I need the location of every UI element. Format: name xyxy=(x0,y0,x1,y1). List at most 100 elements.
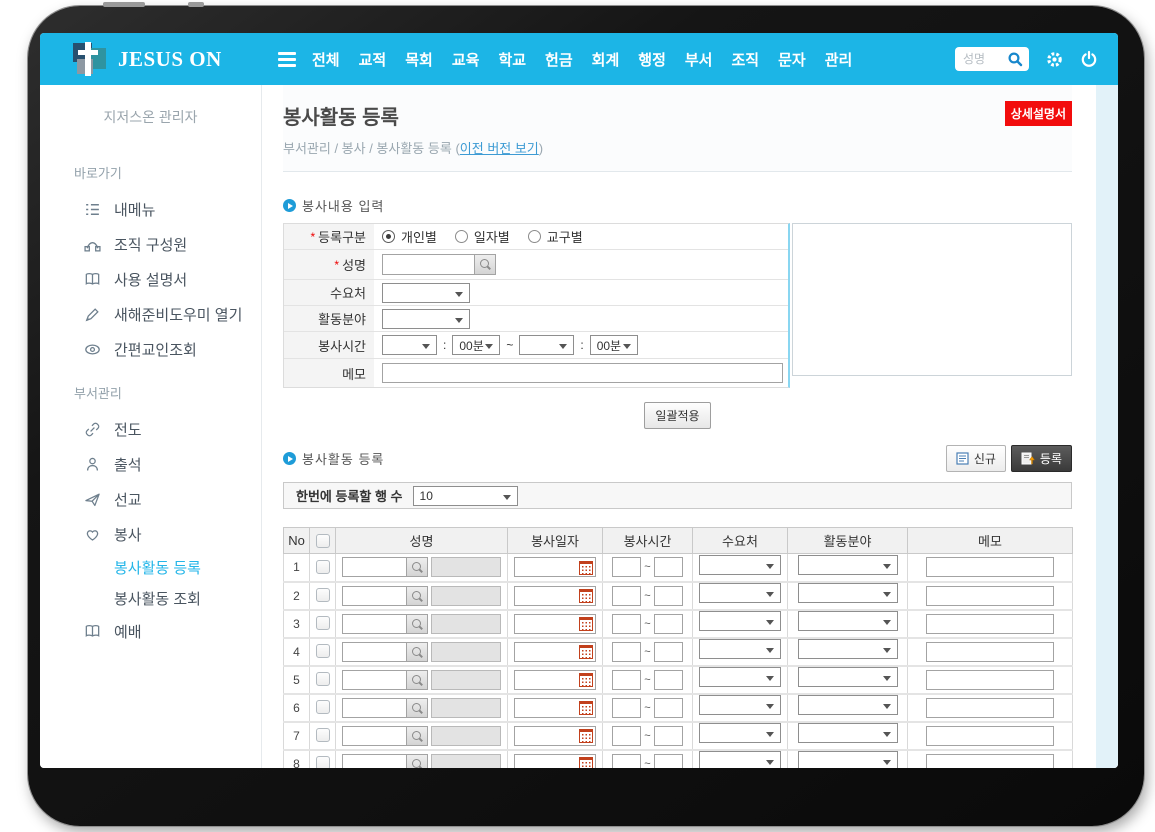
row-checkbox[interactable] xyxy=(316,756,330,768)
nav-item[interactable]: 회계 xyxy=(592,49,620,70)
activity-field-select[interactable] xyxy=(798,611,898,631)
end-hour-select[interactable] xyxy=(519,335,574,355)
row-checkbox[interactable] xyxy=(316,616,330,630)
time-start-input[interactable] xyxy=(612,614,641,634)
supplier-select[interactable] xyxy=(699,555,781,575)
row-checkbox[interactable] xyxy=(316,588,330,602)
row-checkbox[interactable] xyxy=(316,728,330,742)
name-input[interactable] xyxy=(342,726,428,746)
supplier-select[interactable] xyxy=(382,283,470,303)
nav-item[interactable]: 학교 xyxy=(498,49,526,70)
row-checkbox[interactable] xyxy=(316,644,330,658)
calendar-icon[interactable] xyxy=(579,589,593,603)
supplier-select[interactable] xyxy=(699,751,781,768)
calendar-icon[interactable] xyxy=(579,757,593,768)
supplier-select[interactable] xyxy=(699,583,781,603)
calendar-icon[interactable] xyxy=(579,645,593,659)
supplier-select[interactable] xyxy=(699,667,781,687)
name-input[interactable] xyxy=(342,586,428,606)
memo-input[interactable] xyxy=(926,670,1054,690)
right-scroll-strip[interactable] xyxy=(1096,85,1118,768)
date-input[interactable] xyxy=(514,642,596,662)
time-end-input[interactable] xyxy=(654,557,683,577)
search-icon[interactable] xyxy=(406,727,427,745)
sidebar-item-mission[interactable]: 선교 xyxy=(40,482,261,517)
date-input[interactable] xyxy=(514,614,596,634)
supplier-select[interactable] xyxy=(699,723,781,743)
search-icon[interactable] xyxy=(406,558,427,576)
calendar-icon[interactable] xyxy=(579,561,593,575)
row-checkbox[interactable] xyxy=(316,700,330,714)
rows-per-page-select[interactable]: 10 xyxy=(413,486,518,506)
search-icon[interactable] xyxy=(406,587,427,605)
time-end-input[interactable] xyxy=(654,726,683,746)
time-end-input[interactable] xyxy=(654,670,683,690)
nav-item[interactable]: 헌금 xyxy=(545,49,573,70)
memo-input[interactable] xyxy=(382,363,783,383)
name-input[interactable] xyxy=(342,698,428,718)
search-icon[interactable] xyxy=(406,699,427,717)
time-start-input[interactable] xyxy=(612,670,641,690)
start-hour-select[interactable] xyxy=(382,335,437,355)
settings-gear-icon[interactable] xyxy=(1045,50,1064,69)
time-start-input[interactable] xyxy=(612,586,641,606)
search-icon[interactable] xyxy=(1007,51,1023,67)
date-input[interactable] xyxy=(514,670,596,690)
apply-all-button[interactable]: 일괄적용 xyxy=(644,402,710,429)
activity-field-select[interactable] xyxy=(798,667,898,687)
activity-field-select[interactable] xyxy=(798,695,898,715)
name-input[interactable] xyxy=(382,254,496,275)
header-search-box[interactable] xyxy=(955,47,1029,71)
date-input[interactable] xyxy=(514,586,596,606)
power-icon[interactable] xyxy=(1080,50,1098,68)
sidebar-item-user-manual[interactable]: 사용 설명서 xyxy=(40,262,261,297)
date-input[interactable] xyxy=(514,754,596,769)
sidebar-item-my-menu[interactable]: 내메뉴 xyxy=(40,192,261,227)
time-start-input[interactable] xyxy=(612,698,641,718)
calendar-icon[interactable] xyxy=(579,701,593,715)
activity-field-select[interactable] xyxy=(798,751,898,768)
time-start-input[interactable] xyxy=(612,642,641,662)
date-input[interactable] xyxy=(514,726,596,746)
memo-input[interactable] xyxy=(926,557,1054,577)
nav-item[interactable]: 교육 xyxy=(452,49,480,70)
nav-item[interactable]: 부서 xyxy=(685,49,713,70)
name-input[interactable] xyxy=(342,557,428,577)
nav-item[interactable]: 조직 xyxy=(731,49,759,70)
submit-button[interactable]: 등록 xyxy=(1011,445,1072,472)
search-icon[interactable] xyxy=(406,671,427,689)
supplier-select[interactable] xyxy=(699,611,781,631)
sidebar-item-attendance[interactable]: 출석 xyxy=(40,447,261,482)
sidebar-item-service-register[interactable]: 봉사활동 등록 xyxy=(40,552,261,583)
end-minute-select[interactable]: 00분 xyxy=(590,335,638,355)
time-end-input[interactable] xyxy=(654,614,683,634)
app-logo[interactable]: JESUS ON xyxy=(40,41,272,77)
time-end-input[interactable] xyxy=(654,586,683,606)
time-start-input[interactable] xyxy=(612,754,641,769)
search-icon[interactable] xyxy=(406,615,427,633)
time-end-input[interactable] xyxy=(654,754,683,769)
name-input[interactable] xyxy=(342,754,428,769)
sidebar-item-evangelism[interactable]: 전도 xyxy=(40,412,261,447)
time-start-input[interactable] xyxy=(612,726,641,746)
memo-input[interactable] xyxy=(926,698,1054,718)
name-input[interactable] xyxy=(342,614,428,634)
search-icon[interactable] xyxy=(406,755,427,769)
memo-input[interactable] xyxy=(926,614,1054,634)
time-end-input[interactable] xyxy=(654,698,683,718)
radio-by-district[interactable] xyxy=(528,230,541,243)
sidebar-item-newyear-helper[interactable]: 새해준비도우미 열기 xyxy=(40,297,261,332)
name-input[interactable] xyxy=(342,670,428,690)
row-checkbox[interactable] xyxy=(316,672,330,686)
nav-item[interactable]: 관리 xyxy=(825,49,853,70)
activity-field-select[interactable] xyxy=(798,723,898,743)
search-icon[interactable] xyxy=(406,643,427,661)
activity-field-select[interactable] xyxy=(798,583,898,603)
memo-input[interactable] xyxy=(926,726,1054,746)
activity-field-select[interactable] xyxy=(798,639,898,659)
memo-input[interactable] xyxy=(926,586,1054,606)
supplier-select[interactable] xyxy=(699,639,781,659)
nav-item[interactable]: 행정 xyxy=(638,49,666,70)
search-icon[interactable] xyxy=(474,255,495,274)
nav-item[interactable]: 교적 xyxy=(359,49,387,70)
